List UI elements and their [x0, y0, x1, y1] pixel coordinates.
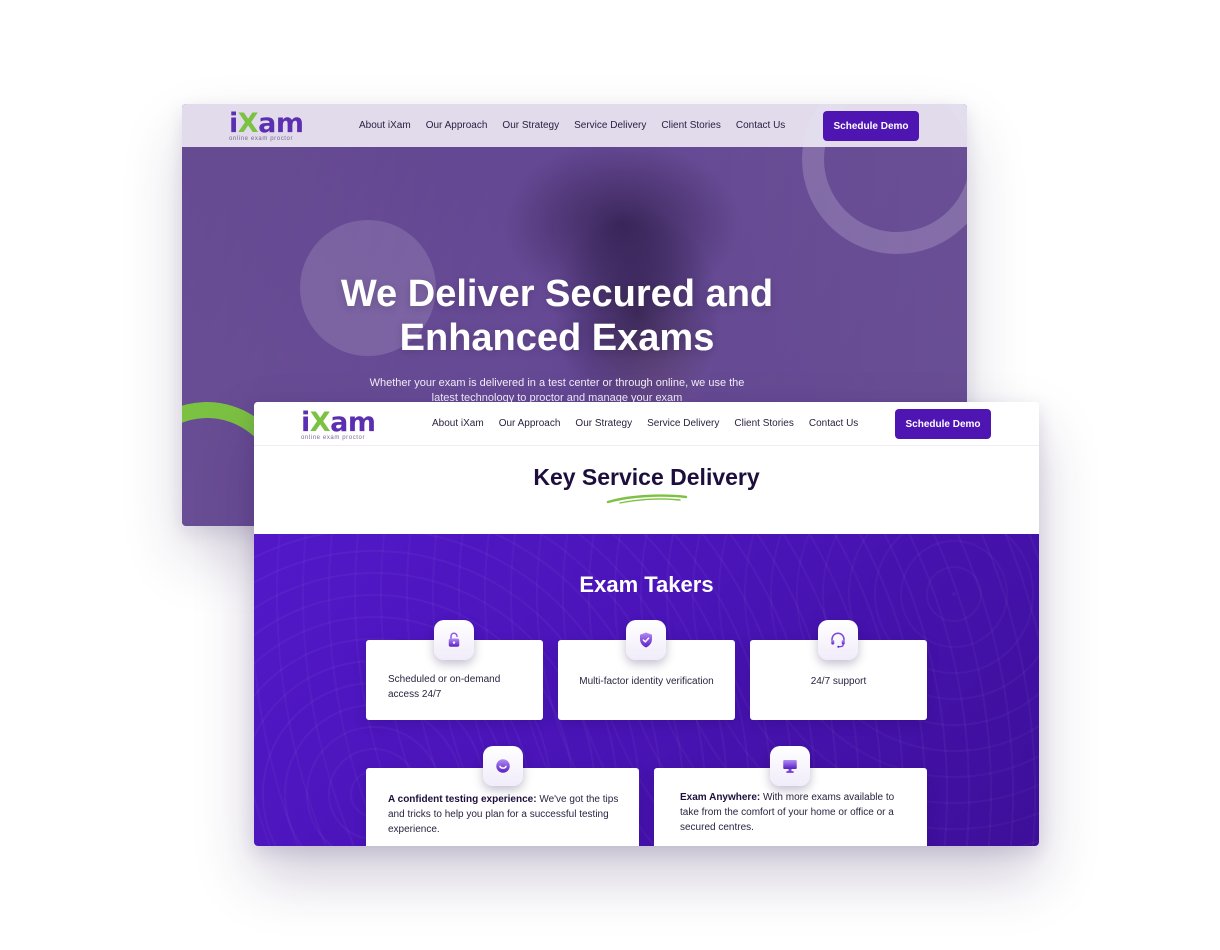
nav-links: About iXam Our Approach Our Strategy Ser… [432, 402, 858, 445]
nav-item-contact[interactable]: Contact Us [809, 418, 858, 429]
nav-item-client-stories[interactable]: Client Stories [661, 120, 720, 131]
shield-check-icon [626, 620, 666, 660]
hero-title: We Deliver Secured and Enhanced Exams [340, 273, 774, 359]
brand-logo[interactable]: iXam online exam proctor [229, 110, 309, 144]
exam-takers-section: Exam Takers Scheduled or on-demand acces… [254, 534, 1039, 846]
smile-icon [483, 746, 523, 786]
section-header: Key Service Delivery [254, 446, 1039, 534]
feature-text: 24/7 support [810, 676, 867, 687]
title-underline-swoosh [606, 494, 688, 504]
feature-text: Scheduled or on-demand access 24/7 [388, 674, 501, 700]
feature-text: Exam Anywhere: With more exams available… [680, 792, 895, 833]
nav-item-client-stories[interactable]: Client Stories [734, 418, 793, 429]
schedule-demo-button[interactable]: Schedule Demo [823, 111, 919, 141]
nav-links: About iXam Our Approach Our Strategy Ser… [359, 104, 785, 147]
headset-icon [818, 620, 858, 660]
feature-text: A confident testing experience: We've go… [388, 794, 619, 835]
nav-item-strategy[interactable]: Our Strategy [575, 418, 632, 429]
feature-text: Multi-factor identity verification [579, 676, 714, 687]
logo-wordmark: iXam [301, 407, 376, 438]
nav-item-strategy[interactable]: Our Strategy [502, 120, 559, 131]
group-title: Exam Takers [579, 572, 714, 597]
service-page-preview: iXam online exam proctor About iXam Our … [254, 402, 1039, 846]
nav-item-about[interactable]: About iXam [359, 120, 411, 131]
nav-item-contact[interactable]: Contact Us [736, 120, 785, 131]
unlock-icon [434, 620, 474, 660]
brand-logo[interactable]: iXam online exam proctor [301, 409, 381, 443]
service-navbar: iXam online exam proctor About iXam Our … [254, 402, 1039, 446]
hero-navbar: iXam online exam proctor About iXam Our … [182, 104, 967, 147]
logo-wordmark: iXam [229, 108, 304, 139]
showcase-stage: iXam online exam proctor About iXam Our … [0, 0, 1220, 950]
nav-item-approach[interactable]: Our Approach [499, 418, 561, 429]
nav-item-service-delivery[interactable]: Service Delivery [647, 418, 719, 429]
schedule-demo-button[interactable]: Schedule Demo [895, 409, 991, 439]
nav-item-about[interactable]: About iXam [432, 418, 484, 429]
nav-item-approach[interactable]: Our Approach [426, 120, 488, 131]
section-title: Key Service Delivery [533, 464, 760, 490]
nav-item-service-delivery[interactable]: Service Delivery [574, 120, 646, 131]
monitor-icon [770, 746, 810, 786]
